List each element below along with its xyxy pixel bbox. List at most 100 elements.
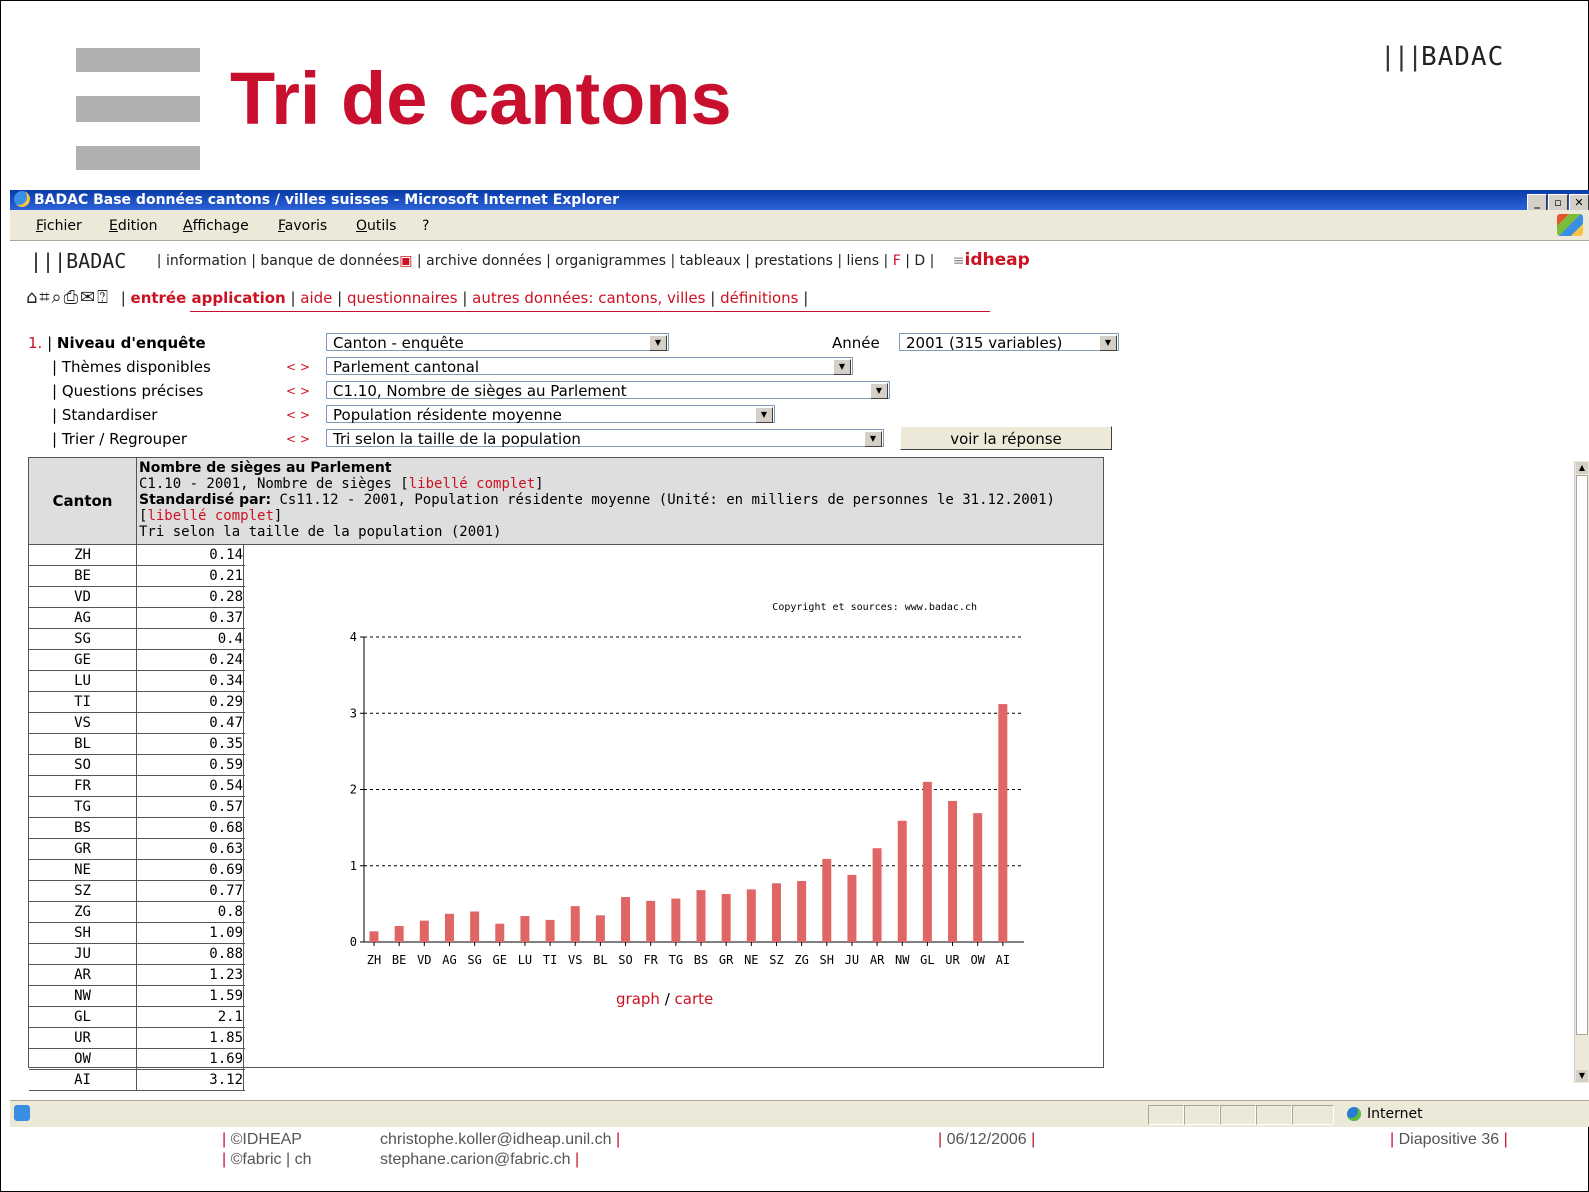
value-cell: 2.1 — [137, 1007, 244, 1027]
nav-tableaux[interactable]: tableaux — [680, 253, 741, 269]
status-cell — [1292, 1105, 1334, 1125]
chart-copyright: Copyright et sources: www.badac.ch — [772, 602, 977, 613]
value-cell: 0.29 — [137, 692, 244, 712]
table-row: VS 0.47 — [29, 713, 245, 734]
questions-arrows[interactable]: < > — [286, 384, 310, 398]
canton-rows: ZH 0.14 BE 0.21 VD 0.28 AG 0.37 SG 0.4 GE 0.24 LU 0.3… — [29, 545, 245, 1091]
value-cell: 0.47 — [137, 713, 244, 733]
window-titlebar[interactable]: BADAC Base données cantons / villes suis… — [10, 190, 1589, 212]
graph-link[interactable]: graph — [616, 990, 660, 1008]
menu-fichier[interactable]: Fichier — [36, 218, 82, 234]
results-description: Nombre de sièges au Parlement C1.10 - 20… — [139, 460, 1055, 540]
idheap-logo[interactable]: idheap — [965, 250, 1030, 270]
nav-questionnaires[interactable]: questionnaires — [347, 289, 458, 307]
bar-tg — [671, 898, 681, 942]
value-cell: 0.54 — [137, 776, 244, 796]
canton-cell: BS — [29, 818, 137, 838]
canton-cell: SG — [29, 629, 137, 649]
scroll-up-icon[interactable]: ▲ — [1576, 462, 1588, 474]
globe-icon — [1347, 1107, 1361, 1121]
vertical-scrollbar[interactable]: ▲ ▼ — [1574, 461, 1589, 1083]
canton-cell: SH — [29, 923, 137, 943]
table-row: ZG 0.8 — [29, 902, 245, 923]
nav-definitions[interactable]: définitions — [720, 289, 798, 307]
y-tick-label: 1 — [350, 859, 357, 873]
sum-icon: ▣ — [399, 253, 413, 269]
nav-entree-application[interactable]: entrée application — [131, 289, 286, 307]
niveau-select[interactable]: Canton - enquête ▼ — [326, 333, 669, 352]
bar-sh — [822, 858, 832, 942]
nav-organigrammes[interactable]: organigrammes — [555, 253, 666, 269]
themes-label: | Thèmes disponibles — [52, 358, 211, 376]
libelle-link[interactable]: libellé complet — [409, 476, 535, 492]
nav-autres-donnees[interactable]: autres données: cantons, villes — [472, 289, 705, 307]
menu-affichage[interactable]: Affichage — [183, 218, 249, 234]
table-row: NE 0.69 — [29, 860, 245, 881]
bar-chart: Copyright et sources: www.badac.ch 0 1 2 3 4 Z… — [350, 602, 1024, 967]
value-cell: 0.63 — [137, 839, 244, 859]
trier-arrows[interactable]: < > — [286, 432, 310, 446]
canton-cell: BE — [29, 566, 137, 586]
value-cell: 0.68 — [137, 818, 244, 838]
y-tick-label: 3 — [350, 706, 357, 720]
results-header: Canton Nombre de sièges au Parlement C1.… — [29, 458, 1103, 545]
standardise-text: Cs11.12 - 2001, Population résidente moy… — [279, 492, 1055, 508]
themes-select[interactable]: Parlement cantonal ▼ — [326, 357, 853, 376]
toolbar-icons[interactable]: ⌂⌗⌕⎙✉⍰ — [26, 287, 110, 308]
x-tick-label: GR — [719, 953, 734, 967]
libelle-link[interactable]: libellé complet — [147, 508, 273, 524]
nav-lang-f[interactable]: F — [893, 253, 901, 269]
table-row: LU 0.34 — [29, 671, 245, 692]
chevron-down-icon: ▼ — [833, 359, 851, 375]
menu-favoris[interactable]: Favoris — [278, 218, 327, 234]
menu-edition[interactable]: Edition — [109, 218, 157, 234]
x-tick-label: SZ — [769, 953, 783, 967]
nav-prestations[interactable]: prestations — [754, 253, 832, 269]
value-cell: 0.77 — [137, 881, 244, 901]
nav-banque[interactable]: banque de données — [260, 253, 399, 269]
nav-aide[interactable]: aide — [300, 289, 332, 307]
annee-label: Année — [832, 334, 880, 352]
value-cell: 0.37 — [137, 608, 244, 628]
bar-vd — [419, 920, 429, 942]
bar-ag — [444, 913, 454, 942]
table-row: TG 0.57 — [29, 797, 245, 818]
footer-org2: ©fabric | ch — [230, 1151, 312, 1168]
trier-select[interactable]: Tri selon la taille de la population ▼ — [326, 429, 884, 448]
annee-select[interactable]: 2001 (315 variables) ▼ — [899, 333, 1119, 352]
badac-nav-logo[interactable]: |||BADAC — [30, 249, 126, 273]
questions-select[interactable]: C1.10, Nombre de sièges au Parlement ▼ — [326, 381, 890, 400]
themes-arrows[interactable]: < > — [286, 360, 310, 374]
menu-bar: Fichier Edition Affichage Favoris Outils… — [10, 210, 1589, 241]
standardise-label: Standardisé par: — [139, 492, 272, 508]
nav-archive[interactable]: archive données — [426, 253, 542, 269]
scroll-down-icon[interactable]: ▼ — [1576, 1070, 1588, 1082]
canton-cell: GE — [29, 650, 137, 670]
nav-information[interactable]: information — [166, 253, 247, 269]
carte-link[interactable]: carte — [675, 990, 714, 1008]
canton-cell: GL — [29, 1007, 137, 1027]
nav-liens[interactable]: liens — [847, 253, 880, 269]
status-zone: Internet — [1347, 1106, 1423, 1122]
x-tick-label: LU — [518, 953, 532, 967]
menu-help[interactable]: ? — [422, 218, 429, 234]
x-tick-label: GL — [920, 953, 934, 967]
bar-zh — [369, 931, 379, 942]
menu-outils[interactable]: Outils — [356, 218, 396, 234]
voir-reponse-button[interactable]: voir la réponse — [900, 426, 1112, 450]
x-tick-label: TI — [543, 953, 557, 967]
value-cell: 0.8 — [137, 902, 244, 922]
value-cell: 0.88 — [137, 944, 244, 964]
nav-lang-d[interactable]: D — [914, 253, 925, 269]
standard-select[interactable]: Population résidente moyenne ▼ — [326, 405, 775, 424]
scroll-thumb[interactable] — [1576, 475, 1588, 1035]
x-tick-label: TG — [669, 953, 683, 967]
slide-decor-bar — [76, 96, 200, 122]
canton-cell: NW — [29, 986, 137, 1006]
canton-cell: OW — [29, 1049, 137, 1069]
canton-cell: AI — [29, 1070, 137, 1090]
indicator-title: Nombre de sièges au Parlement — [139, 460, 392, 476]
standard-arrows[interactable]: < > — [286, 408, 310, 422]
x-tick-label: AI — [996, 953, 1010, 967]
bar-sz — [771, 883, 781, 942]
